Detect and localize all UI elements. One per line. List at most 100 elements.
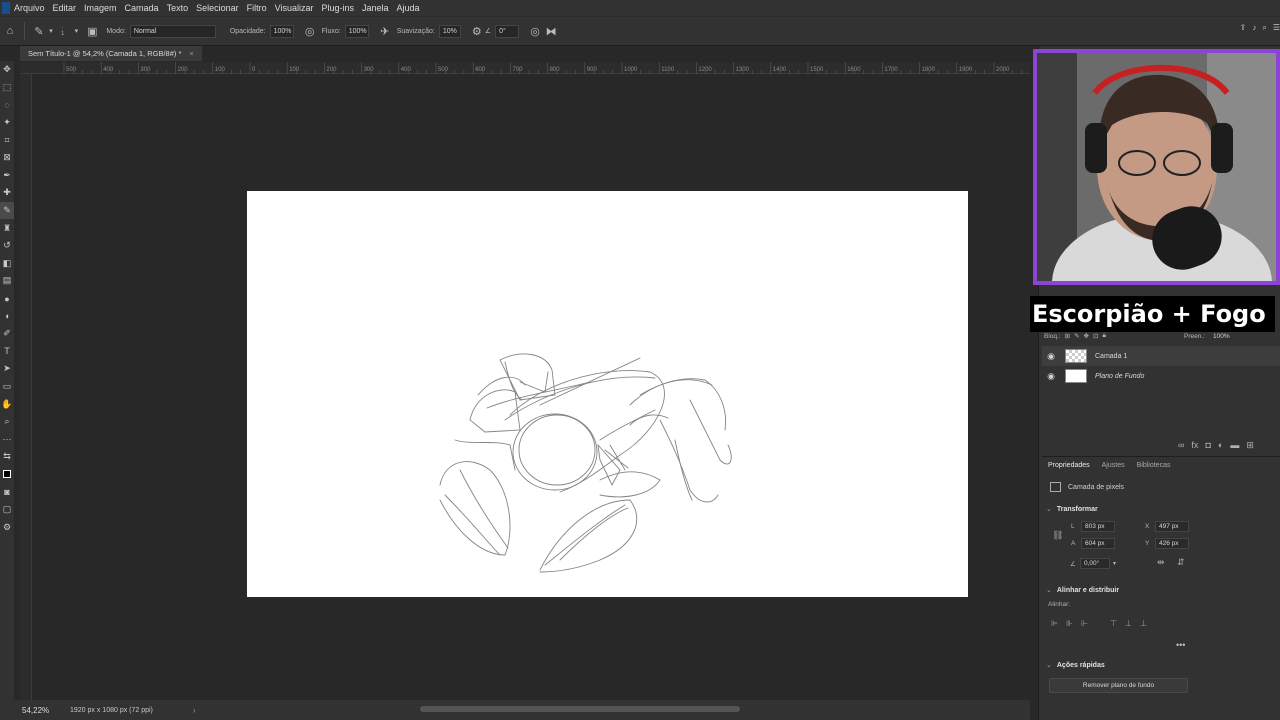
workspace-icon[interactable]: ☰ — [1273, 23, 1280, 33]
lasso-tool-icon[interactable]: ◌ — [0, 96, 14, 114]
more-tools-icon[interactable]: ⋯ — [0, 430, 14, 448]
crop-tool-icon[interactable]: ⌗ — [0, 131, 14, 149]
quick-actions-header[interactable]: ⌄ Ações rápidas — [1046, 661, 1105, 670]
eye-icon[interactable]: ◉ — [1042, 351, 1060, 362]
gradient-tool-icon[interactable]: ▤ — [0, 272, 14, 290]
status-menu-arrow-icon[interactable]: › — [193, 706, 196, 715]
bell-icon[interactable]: ♪ — [1252, 23, 1256, 33]
search-icon[interactable]: ⌕ — [1262, 23, 1266, 33]
zoom-tool-icon[interactable]: ⌕ — [0, 413, 14, 431]
layer-row[interactable]: ◉ Camada 1 — [1042, 346, 1280, 366]
menu-imagem[interactable]: Imagem — [84, 3, 117, 13]
dodge-tool-icon[interactable]: ◖ — [0, 307, 14, 325]
gear-icon[interactable]: ⚙ — [469, 23, 485, 39]
eye-icon[interactable]: ◉ — [1042, 371, 1060, 382]
layer-name[interactable]: Camada 1 — [1095, 353, 1127, 360]
flip-horizontal-icon[interactable]: ⇹ — [1157, 557, 1165, 568]
healing-brush-icon[interactable]: ✚ — [0, 184, 14, 202]
path-select-icon[interactable]: ➤ — [0, 360, 14, 378]
height-field[interactable]: 604 px — [1081, 538, 1115, 549]
move-tool-icon[interactable]: ✥ — [0, 61, 14, 79]
screen-mode-icon[interactable]: ▢ — [0, 501, 14, 519]
color-swatches-icon[interactable] — [0, 466, 14, 484]
blur-tool-icon[interactable]: ● — [0, 290, 14, 308]
adjustment-icon[interactable]: ◐ — [1218, 440, 1223, 451]
y-field[interactable]: 426 px — [1155, 538, 1189, 549]
align-left-icon[interactable]: ⊫ — [1051, 619, 1058, 628]
pressure-size-icon[interactable]: ◎ — [527, 23, 543, 39]
rotation-field[interactable]: 0,00° — [1080, 558, 1110, 569]
link-dimensions-icon[interactable]: ⛓ — [1052, 530, 1063, 541]
quick-mask-icon[interactable]: ◙ — [0, 483, 14, 501]
menu-filtro[interactable]: Filtro — [247, 3, 267, 13]
flip-vertical-icon[interactable]: ⇵ — [1177, 557, 1185, 568]
mode-select[interactable]: Normal — [129, 24, 216, 38]
marquee-tool-icon[interactable]: ⬚ — [0, 79, 14, 97]
x-field[interactable]: 497 px — [1155, 521, 1189, 532]
pressure-opacity-icon[interactable]: ◎ — [302, 23, 318, 39]
share-icon[interactable]: ⇪ — [1240, 23, 1247, 33]
menu-arquivo[interactable]: Arquivo — [14, 3, 45, 13]
chevron-down-icon[interactable]: ▾ — [1113, 560, 1116, 567]
lock-transparent-icon[interactable]: ⊞ — [1065, 332, 1070, 340]
brush-size-picker[interactable]: · 1 — [61, 25, 64, 37]
lock-position-icon[interactable]: ✥ — [1084, 332, 1089, 340]
swap-colors-icon[interactable]: ⇆ — [0, 448, 14, 466]
symmetry-icon[interactable]: ⧓ — [543, 23, 559, 39]
edit-toolbar-icon[interactable]: ⚙ — [0, 518, 14, 536]
width-field[interactable]: 803 px — [1081, 521, 1115, 532]
menu-plugins[interactable]: Plug-ins — [321, 3, 354, 13]
flow-field[interactable]: 100% — [344, 24, 369, 38]
hand-tool-icon[interactable]: ✋ — [0, 395, 14, 413]
menu-janela[interactable]: Janela — [362, 3, 389, 13]
brush-tool-icon[interactable]: ✎ — [0, 201, 14, 220]
pen-tool-icon[interactable]: ✐ — [0, 325, 14, 343]
home-icon[interactable]: ⌂ — [2, 23, 18, 39]
transform-section-header[interactable]: ⌄ Transformar — [1046, 505, 1098, 514]
menu-texto[interactable]: Texto — [167, 3, 189, 13]
layer-name[interactable]: Plano de Fundo — [1095, 373, 1144, 380]
brush-tool-icon[interactable]: ✎ — [31, 23, 47, 39]
new-layer-icon[interactable]: ⊞ — [1246, 440, 1254, 451]
lock-artboard-icon[interactable]: ⊡ — [1093, 332, 1098, 340]
fx-icon[interactable]: fx — [1191, 440, 1198, 451]
menu-selecionar[interactable]: Selecionar — [196, 3, 239, 13]
layer-row[interactable]: ◉ Plano de Fundo — [1042, 366, 1280, 386]
align-bottom-icon[interactable]: ⊥ — [1140, 619, 1147, 628]
chevron-down-icon[interactable]: ▾ — [72, 23, 80, 39]
tab-propriedades[interactable]: Propriedades — [1048, 462, 1090, 469]
align-section-header[interactable]: ⌄ Alinhar e distribuir — [1046, 586, 1119, 595]
menu-ajuda[interactable]: Ajuda — [397, 3, 420, 13]
lock-pixels-icon[interactable]: ✎ — [1074, 332, 1079, 340]
menu-editar[interactable]: Editar — [53, 3, 77, 13]
link-icon[interactable]: ∞ — [1178, 440, 1184, 451]
frame-tool-icon[interactable]: ⊠ — [0, 149, 14, 167]
eyedropper-icon[interactable]: ✒ — [0, 167, 14, 185]
tab-ajustes[interactable]: Ajustes — [1102, 462, 1125, 469]
align-center-h-icon[interactable]: ⊪ — [1066, 619, 1073, 628]
eraser-icon[interactable]: ◧ — [0, 255, 14, 273]
lock-all-icon[interactable]: 🔒︎ — [1102, 332, 1105, 340]
type-tool-icon[interactable]: T — [0, 343, 14, 361]
tab-bibliotecas[interactable]: Bibliotecas — [1137, 462, 1171, 469]
align-top-icon[interactable]: ⊤ — [1110, 619, 1117, 628]
document-tab[interactable]: Sem Título-1 @ 54,2% (Camada 1, RGB/8#) … — [20, 46, 202, 61]
airbrush-icon[interactable]: ✈ — [377, 23, 393, 39]
angle-field[interactable]: 0° — [495, 24, 520, 38]
align-middle-icon[interactable]: ⊥ — [1125, 619, 1132, 628]
menu-visualizar[interactable]: Visualizar — [275, 3, 314, 13]
close-icon[interactable]: × — [189, 49, 193, 58]
smoothing-field[interactable]: 10% — [438, 24, 461, 38]
remove-background-button[interactable]: Remover plano de fundo — [1049, 678, 1188, 693]
fill-field[interactable]: 100% — [1213, 333, 1230, 340]
more-options-icon[interactable]: ••• — [1176, 640, 1185, 650]
clone-stamp-icon[interactable]: ♜ — [0, 219, 14, 237]
document-info[interactable]: 1920 px x 1080 px (72 ppi) — [70, 707, 153, 714]
folder-icon[interactable]: ▬ — [1230, 440, 1239, 451]
brush-settings-icon[interactable]: ▣ — [84, 23, 100, 39]
align-right-icon[interactable]: ⊩ — [1081, 619, 1088, 628]
zoom-level[interactable]: 54,22% — [22, 706, 62, 715]
chevron-down-icon[interactable]: ▾ — [47, 23, 55, 39]
history-brush-icon[interactable]: ↺ — [0, 237, 14, 255]
magic-wand-icon[interactable]: ✦ — [0, 114, 14, 132]
